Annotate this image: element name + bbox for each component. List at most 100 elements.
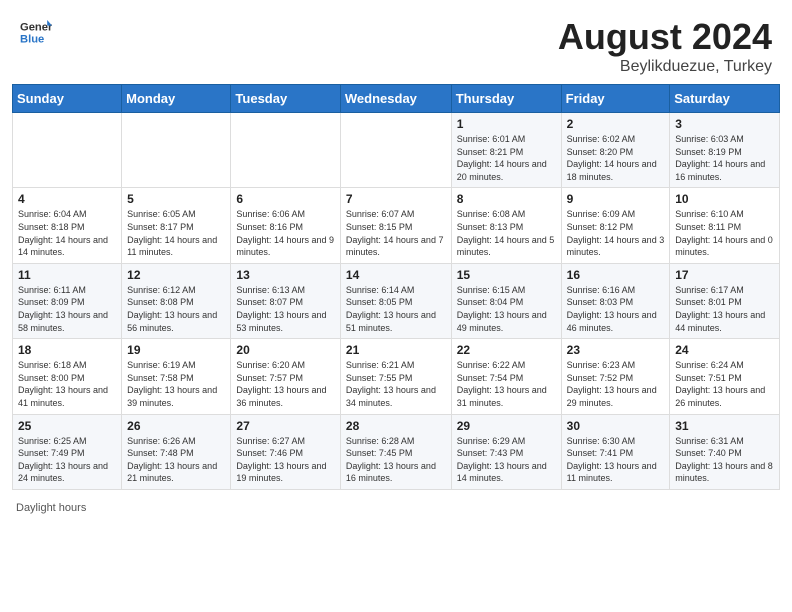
day-number: 29	[457, 419, 556, 433]
day-number: 19	[127, 343, 225, 357]
calendar-body: 1Sunrise: 6:01 AM Sunset: 8:21 PM Daylig…	[13, 113, 780, 490]
header-cell-friday: Friday	[561, 85, 670, 113]
day-number: 31	[675, 419, 774, 433]
day-number: 21	[346, 343, 446, 357]
day-number: 25	[18, 419, 116, 433]
day-number: 12	[127, 268, 225, 282]
calendar-cell: 18 Sunrise: 6:18 AM Sunset: 8:00 PM Dayli…	[13, 339, 122, 414]
calendar-cell	[340, 113, 451, 188]
calendar-cell: 2Sunrise: 6:02 AM Sunset: 8:20 PM Daylig…	[561, 113, 670, 188]
day-number: 7	[346, 192, 446, 206]
day-info: Sunrise: 6:16 AM Sunset: 8:03 PM Dayligh…	[567, 284, 665, 334]
day-info: Sunrise: 6:28 AM Sunset: 7:45 PM Dayligh…	[346, 435, 446, 485]
calendar-cell: 19Sunrise: 6:19 AM Sunset: 7:58 PM Dayli…	[122, 339, 231, 414]
day-number: 30	[567, 419, 665, 433]
week-row-1: 1Sunrise: 6:01 AM Sunset: 8:21 PM Daylig…	[13, 113, 780, 188]
day-number: 18	[18, 343, 116, 357]
day-info: Sunrise: 6:25 AM Sunset: 7:49 PM Dayligh…	[18, 435, 116, 485]
day-number: 10	[675, 192, 774, 206]
day-info: Sunrise: 6:03 AM Sunset: 8:19 PM Dayligh…	[675, 133, 774, 183]
calendar-cell: 7 Sunrise: 6:07 AM Sunset: 8:15 PM Daylig…	[340, 188, 451, 263]
page-header: General Blue August 2024 Beylikduezue, T…	[0, 0, 792, 84]
logo: General Blue	[20, 16, 56, 48]
calendar-cell: 27Sunrise: 6:27 AM Sunset: 7:46 PM Dayli…	[231, 414, 340, 489]
day-info: Sunrise: 6:22 AM Sunset: 7:54 PM Dayligh…	[457, 359, 556, 409]
day-number: 1	[457, 117, 556, 131]
day-info: Sunrise: 6:09 AM Sunset: 8:12 PM Dayligh…	[567, 208, 665, 258]
calendar-cell: 8 Sunrise: 6:08 AM Sunset: 8:13 PM Daylig…	[451, 188, 561, 263]
day-info: Sunrise: 6:30 AM Sunset: 7:41 PM Dayligh…	[567, 435, 665, 485]
calendar-cell: 9Sunrise: 6:09 AM Sunset: 8:12 PM Daylig…	[561, 188, 670, 263]
calendar-cell: 17 Sunrise: 6:17 AM Sunset: 8:01 PM Dayli…	[670, 263, 780, 338]
calendar-cell: 31 Sunrise: 6:31 AM Sunset: 7:40 PM Dayli…	[670, 414, 780, 489]
calendar-cell: 22Sunrise: 6:22 AM Sunset: 7:54 PM Dayli…	[451, 339, 561, 414]
footer-note: Daylight hours	[0, 498, 792, 518]
day-info: Sunrise: 6:07 AM Sunset: 8:15 PM Dayligh…	[346, 208, 446, 258]
day-number: 4	[18, 192, 116, 206]
header-cell-monday: Monday	[122, 85, 231, 113]
calendar-cell: 1Sunrise: 6:01 AM Sunset: 8:21 PM Daylig…	[451, 113, 561, 188]
header-cell-thursday: Thursday	[451, 85, 561, 113]
header-cell-tuesday: Tuesday	[231, 85, 340, 113]
day-number: 8	[457, 192, 556, 206]
day-number: 26	[127, 419, 225, 433]
day-info: Sunrise: 6:04 AM Sunset: 8:18 PM Dayligh…	[18, 208, 116, 258]
calendar-cell: 25 Sunrise: 6:25 AM Sunset: 7:49 PM Dayli…	[13, 414, 122, 489]
day-info: Sunrise: 6:14 AM Sunset: 8:05 PM Dayligh…	[346, 284, 446, 334]
day-info: Sunrise: 6:31 AM Sunset: 7:40 PM Dayligh…	[675, 435, 774, 485]
calendar-table: SundayMondayTuesdayWednesdayThursdayFrid…	[12, 84, 780, 490]
calendar-cell	[122, 113, 231, 188]
week-row-4: 18 Sunrise: 6:18 AM Sunset: 8:00 PM Dayli…	[13, 339, 780, 414]
day-info: Sunrise: 6:08 AM Sunset: 8:13 PM Dayligh…	[457, 208, 556, 258]
header-cell-saturday: Saturday	[670, 85, 780, 113]
week-row-2: 4 Sunrise: 6:04 AM Sunset: 8:18 PM Daylig…	[13, 188, 780, 263]
calendar-cell: 14 Sunrise: 6:14 AM Sunset: 8:05 PM Dayli…	[340, 263, 451, 338]
header-cell-sunday: Sunday	[13, 85, 122, 113]
calendar-cell	[13, 113, 122, 188]
week-row-5: 25 Sunrise: 6:25 AM Sunset: 7:49 PM Dayli…	[13, 414, 780, 489]
header-row: SundayMondayTuesdayWednesdayThursdayFrid…	[13, 85, 780, 113]
page-title: August 2024	[558, 16, 772, 58]
calendar-cell	[231, 113, 340, 188]
day-info: Sunrise: 6:06 AM Sunset: 8:16 PM Dayligh…	[236, 208, 334, 258]
day-info: Sunrise: 6:13 AM Sunset: 8:07 PM Dayligh…	[236, 284, 334, 334]
logo-icon: General Blue	[20, 16, 52, 48]
svg-text:Blue: Blue	[20, 33, 44, 45]
day-info: Sunrise: 6:18 AM Sunset: 8:00 PM Dayligh…	[18, 359, 116, 409]
calendar-cell: 16 Sunrise: 6:16 AM Sunset: 8:03 PM Dayli…	[561, 263, 670, 338]
calendar-cell: 21 Sunrise: 6:21 AM Sunset: 7:55 PM Dayli…	[340, 339, 451, 414]
day-info: Sunrise: 6:10 AM Sunset: 8:11 PM Dayligh…	[675, 208, 774, 258]
day-info: Sunrise: 6:17 AM Sunset: 8:01 PM Dayligh…	[675, 284, 774, 334]
calendar-cell: 12Sunrise: 6:12 AM Sunset: 8:08 PM Dayli…	[122, 263, 231, 338]
day-info: Sunrise: 6:29 AM Sunset: 7:43 PM Dayligh…	[457, 435, 556, 485]
day-info: Sunrise: 6:27 AM Sunset: 7:46 PM Dayligh…	[236, 435, 334, 485]
day-number: 5	[127, 192, 225, 206]
day-number: 14	[346, 268, 446, 282]
calendar-cell: 15Sunrise: 6:15 AM Sunset: 8:04 PM Dayli…	[451, 263, 561, 338]
day-number: 17	[675, 268, 774, 282]
calendar-cell: 10 Sunrise: 6:10 AM Sunset: 8:11 PM Dayli…	[670, 188, 780, 263]
day-number: 2	[567, 117, 665, 131]
daylight-label: Daylight hours	[16, 502, 86, 514]
day-number: 24	[675, 343, 774, 357]
day-info: Sunrise: 6:24 AM Sunset: 7:51 PM Dayligh…	[675, 359, 774, 409]
day-number: 11	[18, 268, 116, 282]
calendar-cell: 5Sunrise: 6:05 AM Sunset: 8:17 PM Daylig…	[122, 188, 231, 263]
day-number: 20	[236, 343, 334, 357]
header-cell-wednesday: Wednesday	[340, 85, 451, 113]
day-number: 6	[236, 192, 334, 206]
calendar-cell: 6 Sunrise: 6:06 AM Sunset: 8:16 PM Daylig…	[231, 188, 340, 263]
calendar-cell: 4 Sunrise: 6:04 AM Sunset: 8:18 PM Daylig…	[13, 188, 122, 263]
week-row-3: 11Sunrise: 6:11 AM Sunset: 8:09 PM Dayli…	[13, 263, 780, 338]
day-number: 28	[346, 419, 446, 433]
day-number: 15	[457, 268, 556, 282]
day-info: Sunrise: 6:23 AM Sunset: 7:52 PM Dayligh…	[567, 359, 665, 409]
calendar-cell: 28 Sunrise: 6:28 AM Sunset: 7:45 PM Dayli…	[340, 414, 451, 489]
calendar-cell: 30 Sunrise: 6:30 AM Sunset: 7:41 PM Dayli…	[561, 414, 670, 489]
day-info: Sunrise: 6:21 AM Sunset: 7:55 PM Dayligh…	[346, 359, 446, 409]
calendar-cell: 23Sunrise: 6:23 AM Sunset: 7:52 PM Dayli…	[561, 339, 670, 414]
day-number: 3	[675, 117, 774, 131]
day-number: 13	[236, 268, 334, 282]
day-info: Sunrise: 6:20 AM Sunset: 7:57 PM Dayligh…	[236, 359, 334, 409]
day-number: 16	[567, 268, 665, 282]
